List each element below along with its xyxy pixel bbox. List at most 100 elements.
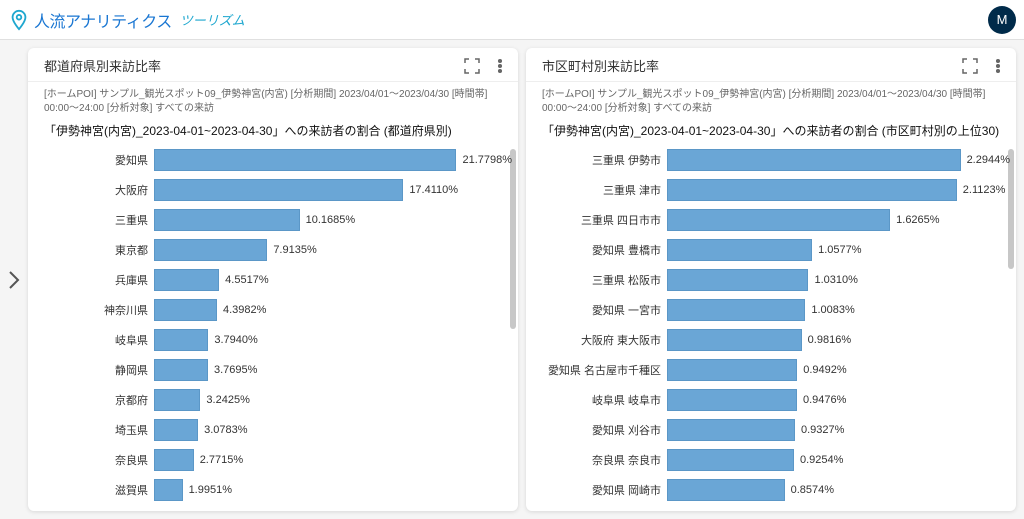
- chart-row: 岐阜県 3.7940%: [34, 325, 512, 355]
- logo-text-main: 人流アナリティクス: [34, 8, 172, 32]
- chart-row: 愛知県 岡崎市0.8574%: [532, 475, 1010, 505]
- row-label: 滋賀県: [34, 482, 154, 498]
- row-value: 0.9254%: [800, 454, 843, 466]
- row-label: 岐阜県: [34, 332, 154, 348]
- row-value: 0.9476%: [803, 394, 846, 406]
- panel-header: 市区町村別来訪比率: [526, 48, 1016, 82]
- user-avatar[interactable]: M: [988, 6, 1016, 34]
- row-bar: [154, 209, 300, 231]
- row-bar-wrap: 3.7940%: [154, 329, 512, 351]
- panel-title: 都道府県別来訪比率: [44, 56, 161, 75]
- row-value: 10.1685%: [306, 214, 356, 226]
- row-bar-wrap: 0.9816%: [667, 329, 1010, 351]
- app-logo: 人流アナリティクス ツーリズム: [8, 8, 245, 32]
- panel-city-visit-ratio: 市区町村別来訪比率 [ホームPOI] サンプル_観光スポット09_伊勢神宮(内宮…: [526, 48, 1016, 511]
- row-label: 三重県 伊勢市: [532, 152, 667, 168]
- row-bar: [667, 419, 795, 441]
- row-bar-wrap: 2.2944%: [667, 149, 1010, 171]
- row-value: 0.9327%: [801, 424, 844, 436]
- row-bar: [667, 209, 890, 231]
- row-label: 愛知県 一宮市: [532, 302, 667, 318]
- chart-row: 愛知県 名古屋市千種区 0.9492%: [532, 355, 1010, 385]
- chart-title: 「伊勢神宮(内宮)_2023-04-01~2023-04-30」への来訪者の割合…: [526, 118, 1016, 145]
- fullscreen-icon[interactable]: [962, 58, 978, 74]
- row-value: 0.9492%: [803, 364, 846, 376]
- chart-row: 三重県 津市 2.1123%: [532, 175, 1010, 205]
- more-menu-icon[interactable]: [492, 58, 508, 74]
- row-bar: [154, 179, 403, 201]
- row-value: 1.0310%: [814, 274, 857, 286]
- chart-row: 三重県 松阪市1.0310%: [532, 265, 1010, 295]
- row-label: 三重県 津市: [532, 182, 667, 198]
- chart-row: 愛知県 豊橋市1.0577%: [532, 235, 1010, 265]
- more-menu-icon[interactable]: [990, 58, 1006, 74]
- row-bar-wrap: 1.0083%: [667, 299, 1010, 321]
- row-bar-wrap: 0.9492%: [667, 359, 1010, 381]
- row-bar: [154, 329, 208, 351]
- row-bar-wrap: 4.3982%: [154, 299, 512, 321]
- row-bar-wrap: 0.9476%: [667, 389, 1010, 411]
- chart-row: 三重県 四日市市1.6265%: [532, 205, 1010, 235]
- row-bar-wrap: 7.9135%: [154, 239, 512, 261]
- chart-row: 岐阜県 岐阜市 0.9476%: [532, 385, 1010, 415]
- row-label: 愛知県 名古屋市千種区: [532, 362, 667, 378]
- row-bar-wrap: 0.9327%: [667, 419, 1010, 441]
- row-label: 愛知県: [34, 152, 154, 168]
- row-label: 京都府: [34, 392, 154, 408]
- row-label: 愛知県 刈谷市: [532, 422, 667, 438]
- row-label: 兵庫県: [34, 272, 154, 288]
- panel-prefecture-visit-ratio: 都道府県別来訪比率 [ホームPOI] サンプル_観光スポット09_伊勢神宮(内宮…: [28, 48, 518, 511]
- row-value: 2.1123%: [963, 184, 1006, 196]
- logo-pin-icon: [8, 9, 30, 31]
- row-bar-wrap: 21.7798%: [154, 149, 512, 171]
- row-label: 三重県 四日市市: [532, 212, 667, 228]
- chart-row: 愛知県 一宮市1.0083%: [532, 295, 1010, 325]
- row-bar: [154, 239, 267, 261]
- row-value: 17.4110%: [409, 184, 458, 196]
- chart-row: 大阪府 17.4110%: [34, 175, 512, 205]
- row-bar-wrap: 3.0783%: [154, 419, 512, 441]
- row-bar: [154, 299, 217, 321]
- row-value: 1.9951%: [189, 484, 232, 496]
- row-label: 大阪府 東大阪市: [532, 332, 667, 348]
- fullscreen-icon[interactable]: [464, 58, 480, 74]
- row-bar: [667, 479, 785, 501]
- chart-body: 愛知県21.7798%大阪府17.4110%三重県10.1685%東京都7.91…: [28, 145, 518, 511]
- row-label: 愛知県 豊橋市: [532, 242, 667, 258]
- row-label: 神奈川県: [34, 302, 154, 318]
- row-label: 奈良県 奈良市: [532, 452, 667, 468]
- row-bar: [154, 419, 198, 441]
- row-bar: [154, 359, 208, 381]
- row-label: 大阪府: [34, 182, 154, 198]
- chart-row: 東京都7.9135%: [34, 235, 512, 265]
- row-bar-wrap: 3.2425%: [154, 389, 512, 411]
- chart-row: 静岡県3.7695%: [34, 355, 512, 385]
- row-bar-wrap: 17.4110%: [154, 179, 512, 201]
- panel-filter-summary: [ホームPOI] サンプル_観光スポット09_伊勢神宮(内宮) [分析期間] 2…: [526, 82, 1016, 118]
- chart-row: 埼玉県3.0783%: [34, 415, 512, 445]
- row-bar-wrap: 1.0577%: [667, 239, 1010, 261]
- row-value: 3.0783%: [204, 424, 247, 436]
- row-bar-wrap: 4.5517%: [154, 269, 512, 291]
- row-value: 0.9816%: [808, 334, 851, 346]
- row-bar-wrap: 0.8574%: [667, 479, 1010, 501]
- panel-title: 市区町村別来訪比率: [542, 56, 659, 75]
- row-value: 3.7940%: [214, 334, 257, 346]
- row-value: 4.5517%: [225, 274, 268, 286]
- open-sidebar-button[interactable]: [0, 40, 28, 519]
- row-label: 静岡県: [34, 362, 154, 378]
- logo-text-sub: ツーリズム: [180, 10, 245, 29]
- row-bar: [667, 269, 808, 291]
- chart-row: 奈良県 奈良市 0.9254%: [532, 445, 1010, 475]
- row-bar: [154, 479, 183, 501]
- row-value: 2.2944%: [967, 154, 1010, 166]
- chart-row: 兵庫県 4.5517%: [34, 265, 512, 295]
- row-value: 3.2425%: [206, 394, 249, 406]
- avatar-initial: M: [997, 12, 1008, 27]
- row-label: 岐阜県 岐阜市: [532, 392, 667, 408]
- row-value: 21.7798%: [462, 154, 512, 166]
- chart-row: 京都府 3.2425%: [34, 385, 512, 415]
- row-bar: [154, 389, 200, 411]
- chart-body: 三重県 伊勢市 2.2944% 三重県 津市 2.1123% 三重県 四日市市1.626…: [526, 145, 1016, 511]
- row-bar: [667, 389, 797, 411]
